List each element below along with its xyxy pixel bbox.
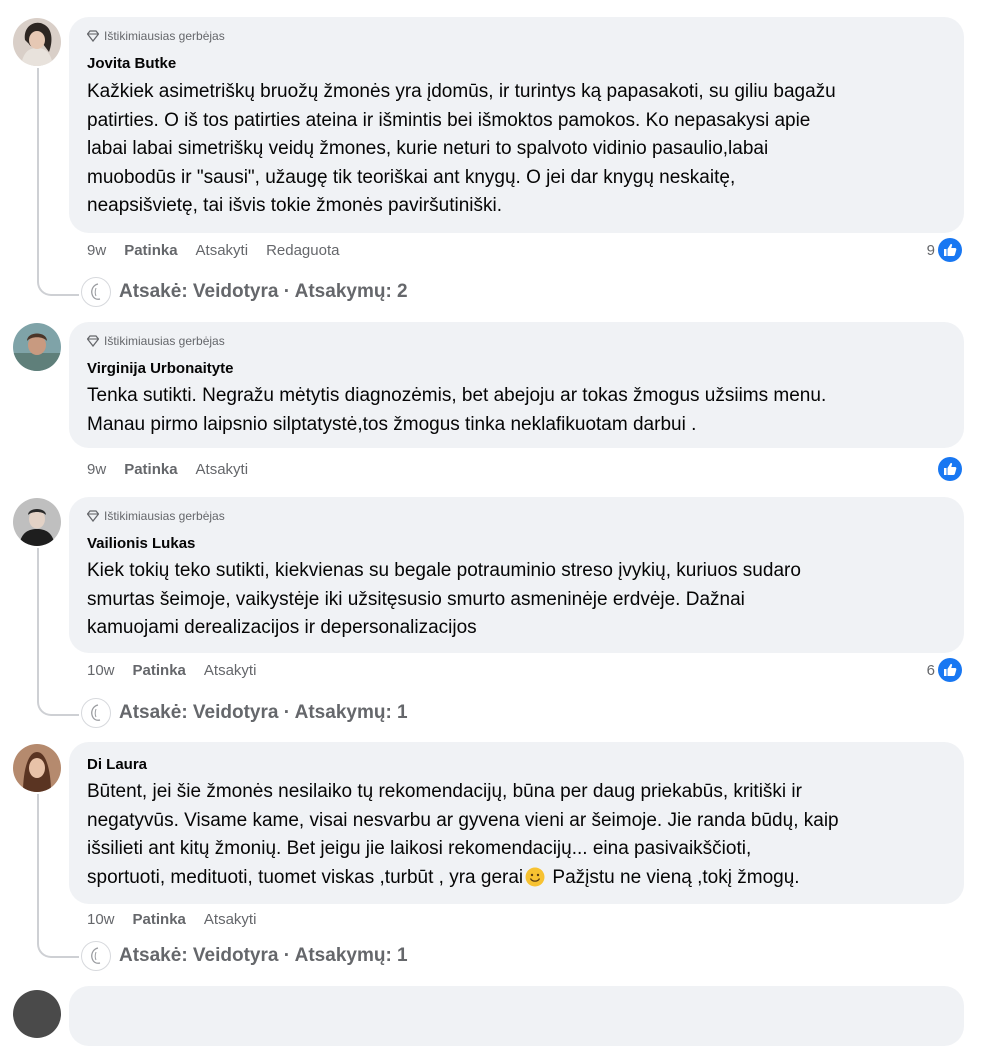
comment-text: Tenka sutikti. Negražu mėtytis diagnozėm…: [87, 382, 959, 439]
badge-label: Ištikimiausias gerbėjas: [104, 509, 225, 523]
badge-label: Ištikimiausias gerbėjas: [104, 334, 225, 348]
reply-button[interactable]: Atsakyti: [196, 242, 249, 259]
diamond-icon: [87, 510, 99, 522]
comment-line: labai labai simetriškų veidų žmones, kur…: [87, 138, 769, 159]
comment-text: Kažkiek asimetriškų bruožų žmonės yra įd…: [87, 78, 959, 221]
comment-line: negatyvūs. Visame kame, visai nesvarbu a…: [87, 809, 839, 831]
comment-line: Būtent, jei šie žmonės nesilaiko tų reko…: [87, 781, 802, 802]
comment-line: Manau pirmo laipsnio silptatystė,tos žmo…: [87, 413, 697, 435]
like-button[interactable]: Patinka: [124, 461, 177, 478]
avatar[interactable]: [13, 744, 61, 792]
view-replies[interactable]: Atsakė: Veidotyra · Atsakymų: 1: [81, 941, 408, 971]
comment-line: patirties. O iš tos patirties ateina ir …: [87, 109, 811, 131]
comment-actions: 10w Patinka Atsakyti: [87, 662, 256, 679]
diamond-icon: [87, 30, 99, 42]
replies-summary: Atsakė: Veidotyra · Atsakymų: 1: [119, 945, 408, 966]
thread-curve: [37, 696, 79, 716]
avatar[interactable]: [13, 323, 61, 371]
smiling-face-emoji: [525, 867, 545, 886]
replies-summary: Atsakė: Veidotyra · Atsakymų: 1: [119, 702, 408, 723]
badge-label: Ištikimiausias gerbėjas: [104, 29, 225, 43]
comment-author[interactable]: Virginija Urbonaityte: [87, 360, 233, 377]
reaction-summary[interactable]: 6: [927, 658, 962, 682]
veidotyra-avatar-icon: [81, 698, 111, 728]
comment-bubble: Di Laura Būtent, jei šie žmonės nesilaik…: [69, 742, 964, 904]
comment-line: neapsišvietę, tai išvis tokie žmonės pav…: [87, 195, 503, 216]
comment-line: kamuojami derealizacijos ir depersonaliz…: [87, 617, 477, 638]
comment-line: Tenka sutikti. Negražu mėtytis diagnozėm…: [87, 385, 827, 406]
comment-actions: 10w Patinka Atsakyti: [87, 911, 256, 928]
replies-summary: Atsakė: Veidotyra · Atsakymų: 2: [119, 281, 408, 302]
fan-badge: Ištikimiausias gerbėjas: [87, 509, 225, 523]
comment-text: Būtent, jei šie žmonės nesilaiko tų reko…: [87, 778, 959, 892]
reaction-count: 9: [926, 241, 935, 259]
comment-line: muobodūs ir "sausi", užaugę tik teoriška…: [87, 166, 736, 188]
comment-bubble: [69, 986, 964, 1046]
comment-time[interactable]: 10w: [87, 662, 115, 679]
thread-curve: [37, 276, 79, 296]
avatar[interactable]: [13, 498, 61, 546]
comment-line: sportuoti, medituoti, tuomet viskas ,tur…: [87, 864, 959, 893]
avatar[interactable]: [13, 990, 61, 1038]
thread-line: [37, 68, 39, 276]
thread-line: [37, 548, 39, 696]
comment-line-part: sportuoti, medituoti, tuomet viskas ,tur…: [87, 866, 524, 888]
like-button[interactable]: Patinka: [133, 911, 186, 928]
like-thumb-icon: [938, 238, 962, 262]
view-replies[interactable]: Atsakė: Veidotyra · Atsakymų: 1: [81, 698, 408, 728]
veidotyra-avatar-icon: [81, 941, 111, 971]
veidotyra-avatar-icon: [81, 277, 111, 307]
comment-author[interactable]: Vailionis Lukas: [87, 535, 195, 552]
like-thumb-icon: [938, 658, 962, 682]
comment-actions: 9w Patinka Atsakyti: [87, 461, 248, 478]
comment-line: išsilieti ant kitų žmonių. Bet jeigu jie…: [87, 838, 752, 859]
like-button[interactable]: Patinka: [133, 662, 186, 679]
comment-author[interactable]: Di Laura: [87, 756, 147, 773]
edited-label: Redaguota: [266, 242, 340, 259]
thread-line: [37, 794, 39, 938]
like-thumb-icon: [938, 457, 962, 481]
reply-button[interactable]: Atsakyti: [204, 662, 257, 679]
comment-time[interactable]: 9w: [87, 461, 106, 478]
comment-line-part: Pažįstu ne vieną ,tokį žmogų.: [547, 866, 800, 888]
comment-time[interactable]: 10w: [87, 911, 115, 928]
comment-bubble: Ištikimiausias gerbėjas Jovita Butke Kaž…: [69, 17, 964, 233]
comment-text: Kiek tokių teko sutikti, kiekvienas su b…: [87, 557, 959, 643]
comment-time[interactable]: 9w: [87, 242, 106, 259]
comment-author[interactable]: Jovita Butke: [87, 55, 176, 72]
diamond-icon: [87, 335, 99, 347]
comment-line: smurtas šeimoje, vaikystėje iki užsitęsu…: [87, 588, 745, 610]
reply-button[interactable]: Atsakyti: [196, 461, 249, 478]
like-button[interactable]: Patinka: [124, 242, 177, 259]
comment-bubble: Ištikimiausias gerbėjas Virginija Urbona…: [69, 322, 964, 448]
thread-curve: [37, 938, 79, 958]
comment-line: Kiek tokių teko sutikti, kiekvienas su b…: [87, 560, 801, 581]
avatar[interactable]: [13, 18, 61, 66]
comment-bubble: Ištikimiausias gerbėjas Vailionis Lukas …: [69, 497, 964, 653]
fan-badge: Ištikimiausias gerbėjas: [87, 29, 225, 43]
reaction-count: 6: [926, 661, 935, 679]
reply-button[interactable]: Atsakyti: [204, 911, 257, 928]
fan-badge: Ištikimiausias gerbėjas: [87, 334, 225, 348]
comment-actions: 9w Patinka Atsakyti Redaguota: [87, 242, 339, 259]
view-replies[interactable]: Atsakė: Veidotyra · Atsakymų: 2: [81, 277, 408, 307]
reaction-summary[interactable]: [938, 457, 962, 481]
comment-line: Kažkiek asimetriškų bruožų žmonės yra įd…: [87, 81, 836, 102]
reaction-summary[interactable]: 9: [927, 238, 962, 262]
